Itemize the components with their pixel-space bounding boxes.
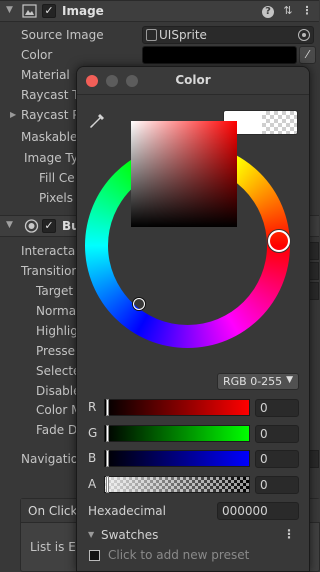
eyedropper-icon[interactable]: ⁄ <box>299 46 316 64</box>
swatches-label: Swatches <box>101 528 159 542</box>
image-enabled-checkbox[interactable]: ✓ <box>42 4 56 18</box>
image-component-icon <box>22 4 37 18</box>
alpha-slider-row: A 0 <box>77 475 309 495</box>
raycast-padding-label: Raycast P <box>21 108 80 122</box>
hue-handle[interactable] <box>268 230 290 252</box>
image-component-header[interactable]: ▼ ✓ Image ? ⇅ ⋮ <box>0 0 319 22</box>
blue-slider-row: B 0 <box>77 449 309 469</box>
color-multiplier-label: Color M <box>36 403 82 417</box>
window-title: Color <box>175 73 211 87</box>
raycast-target-label: Raycast T <box>21 88 80 102</box>
fold-arrow-icon[interactable]: ▼ <box>6 220 13 230</box>
fold-arrow-icon[interactable]: ▶ <box>10 110 16 119</box>
target-graphic-label: Target <box>36 284 74 298</box>
alpha-slider-thumb[interactable] <box>106 476 109 493</box>
material-label: Material <box>21 68 70 82</box>
swatches-header[interactable]: ▼ Swatches ⋮ <box>77 527 309 545</box>
color-mode-dropdown[interactable]: RGB 0-255 ▼ <box>217 373 299 390</box>
interactable-label: Interactab <box>21 244 83 258</box>
alpha-value-field[interactable]: 0 <box>255 476 299 494</box>
green-value-field[interactable]: 0 <box>255 425 299 443</box>
alpha-preview-swatch <box>262 111 297 134</box>
fold-arrow-icon[interactable]: ▼ <box>6 5 13 15</box>
source-image-label: Source Image <box>21 28 104 42</box>
maskable-label: Maskable <box>21 130 78 144</box>
more-options-icon[interactable]: ⋮ <box>283 527 295 541</box>
normal-color-label: Normal <box>36 304 80 318</box>
transition-label: Transition <box>21 264 80 278</box>
source-image-value: UISprite <box>159 28 207 42</box>
on-click-title: On Click <box>28 504 78 518</box>
chevron-down-icon: ▼ <box>286 375 293 385</box>
hexadecimal-row: Hexadecimal 000000 <box>77 501 309 521</box>
color-picker-window[interactable]: Color RGB 0-255 ▼ R 0 G 0 B 0 A 0 Hexade… <box>76 66 310 572</box>
color-mode-value: RGB 0-255 <box>223 375 283 388</box>
navigation-label: Navigatio <box>21 452 79 466</box>
hexadecimal-field[interactable]: 000000 <box>217 502 299 520</box>
highlighted-color-label: Highlig <box>36 324 78 338</box>
disabled-color-label: Disable <box>36 384 81 398</box>
eyedropper-icon[interactable] <box>88 112 106 130</box>
green-slider-thumb[interactable] <box>106 425 109 442</box>
more-options-icon[interactable]: ⋮ <box>300 4 314 18</box>
green-slider-track[interactable] <box>104 425 250 442</box>
window-titlebar[interactable]: Color <box>77 67 309 95</box>
component-title: Image <box>62 4 104 18</box>
fill-center-label: Fill Ce <box>39 171 75 185</box>
fade-duration-label: Fade D <box>36 423 78 437</box>
presets-icon[interactable]: ⇅ <box>281 4 295 18</box>
selected-color-label: Selecte <box>36 364 81 378</box>
help-icon[interactable]: ? <box>262 6 274 18</box>
blue-slider-track[interactable] <box>104 450 250 467</box>
pressed-color-label: Presse <box>36 344 75 358</box>
source-image-row: Source Image UISprite <box>0 25 319 45</box>
green-slider-row: G 0 <box>77 424 309 444</box>
image-type-label: Image Ty <box>24 151 78 165</box>
saturation-value-square[interactable] <box>131 121 237 227</box>
add-preset-row[interactable]: Click to add new preset <box>77 547 309 565</box>
fold-arrow-icon[interactable]: ▼ <box>88 530 94 539</box>
red-value-field[interactable]: 0 <box>255 399 299 417</box>
sprite-icon <box>146 29 157 41</box>
color-row: Color ⁄ <box>0 45 319 65</box>
red-slider-track[interactable] <box>104 399 250 416</box>
add-preset-text: Click to add new preset <box>108 548 250 562</box>
alpha-label: A <box>88 477 97 491</box>
pixels-label: Pixels <box>39 191 74 205</box>
button-component-icon <box>24 219 39 233</box>
color-field[interactable] <box>142 46 297 64</box>
blue-value-field[interactable]: 0 <box>255 450 299 468</box>
red-slider-row: R 0 <box>77 398 309 418</box>
alpha-slider-track[interactable] <box>104 476 250 493</box>
hexadecimal-label: Hexadecimal <box>88 504 166 518</box>
saturation-value-handle[interactable] <box>133 298 145 310</box>
blue-slider-thumb[interactable] <box>106 450 109 467</box>
red-label: R <box>88 400 97 414</box>
source-image-field[interactable]: UISprite <box>142 26 314 44</box>
blue-label: B <box>88 451 97 465</box>
green-label: G <box>88 426 98 440</box>
object-picker-icon[interactable] <box>298 29 310 41</box>
red-slider-thumb[interactable] <box>106 399 109 416</box>
color-label: Color <box>21 48 53 62</box>
preset-swatch-icon[interactable] <box>89 550 100 561</box>
button-enabled-checkbox[interactable]: ✓ <box>42 219 56 233</box>
